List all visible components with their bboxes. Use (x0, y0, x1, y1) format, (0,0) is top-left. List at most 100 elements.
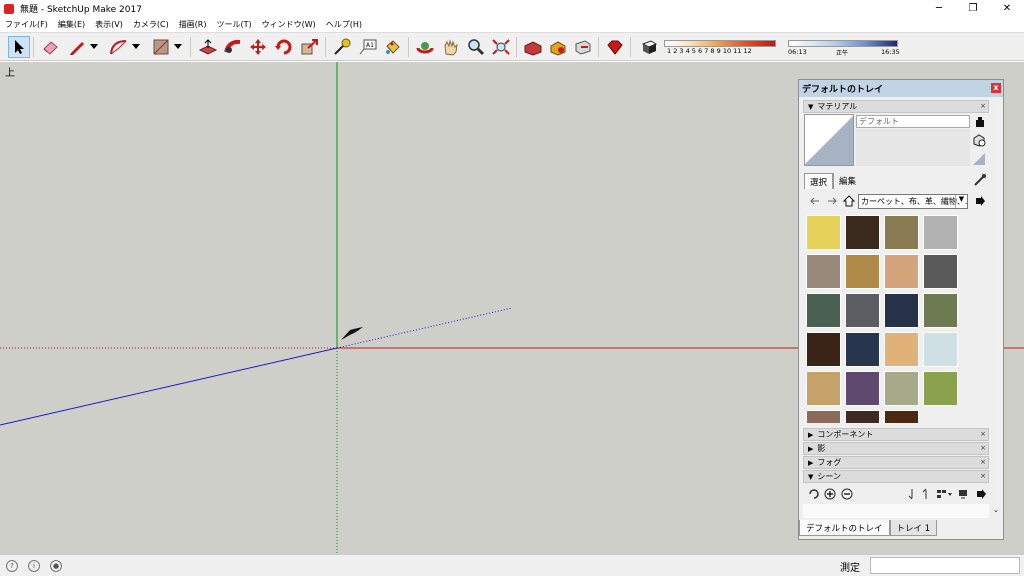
add-scene-icon[interactable] (824, 488, 836, 503)
scale-tool-button[interactable] (299, 36, 321, 58)
zoom-tool-button[interactable] (465, 36, 487, 58)
back-arrow-icon[interactable] (809, 195, 821, 210)
material-swatch[interactable] (806, 254, 841, 289)
materials-panel-header[interactable]: ▼ マテリアル × (803, 100, 989, 113)
tray-close-button[interactable]: x (991, 83, 1001, 93)
rotate-tool-button[interactable] (273, 36, 295, 58)
panel-close-icon[interactable]: × (980, 102, 986, 110)
rectangle-tool-button[interactable] (150, 36, 172, 58)
material-name-field[interactable]: デフォルト (856, 115, 970, 128)
tape-measure-tool-button[interactable] (331, 36, 353, 58)
menu-camera[interactable]: カメラ(C) (128, 19, 174, 30)
text-tool-button[interactable]: A1 (357, 36, 379, 58)
share-model-button[interactable] (572, 36, 594, 58)
maximize-button[interactable]: ❐ (956, 0, 990, 17)
credits-icon[interactable]: i (28, 560, 40, 572)
arc-tool-button[interactable] (108, 36, 130, 58)
panel-close-icon[interactable]: × (980, 430, 986, 438)
move-scene-down-icon[interactable] (908, 488, 916, 503)
scene-details-icon[interactable] (957, 488, 969, 503)
material-swatch[interactable] (806, 293, 841, 328)
panel-close-icon[interactable]: × (980, 444, 986, 452)
fog-panel-header[interactable]: ▶ フォグ × (803, 456, 989, 469)
move-tool-button[interactable] (247, 36, 269, 58)
material-swatch[interactable] (845, 293, 880, 328)
material-swatch[interactable] (845, 254, 880, 289)
create-material-icon[interactable] (972, 133, 986, 150)
tab-select[interactable]: 選択 (804, 173, 834, 189)
material-swatch[interactable] (884, 371, 919, 406)
orbit-tool-button[interactable] (414, 36, 436, 58)
default-material-icon[interactable] (974, 116, 986, 131)
rectangle-dropdown[interactable] (172, 36, 184, 58)
close-button[interactable]: ✕ (990, 0, 1024, 17)
panel-close-icon[interactable]: × (980, 458, 986, 466)
material-swatch[interactable] (884, 410, 919, 423)
tab-tray-1[interactable]: トレイ 1 (889, 520, 938, 536)
material-swatch[interactable] (806, 410, 841, 423)
zoom-extents-tool-button[interactable] (490, 36, 512, 58)
select-tool-button[interactable] (8, 36, 30, 58)
pencil-tool-button[interactable] (66, 36, 88, 58)
forward-arrow-icon[interactable] (826, 195, 838, 210)
minimize-button[interactable]: ─ (922, 0, 956, 17)
3d-warehouse-button[interactable] (522, 36, 544, 58)
material-swatch[interactable] (923, 254, 958, 289)
menu-tools[interactable]: ツール(T) (212, 19, 257, 30)
pan-tool-button[interactable] (440, 36, 462, 58)
sample-paint-icon[interactable] (972, 152, 986, 169)
scenes-list[interactable] (803, 504, 989, 518)
view-options-icon[interactable] (936, 488, 952, 503)
details-arrow-icon[interactable] (975, 488, 987, 503)
tab-edit[interactable]: 編集 (833, 173, 862, 189)
eyedropper-icon[interactable] (973, 173, 987, 190)
eraser-tool-button[interactable] (39, 36, 61, 58)
panel-close-icon[interactable]: × (980, 472, 986, 480)
user-account-icon[interactable]: ● (50, 560, 62, 572)
material-swatch[interactable] (884, 293, 919, 328)
pencil-dropdown[interactable] (88, 36, 100, 58)
scroll-down-icon[interactable]: ⌄ (993, 506, 999, 514)
move-scene-up-icon[interactable] (922, 488, 930, 503)
arc-dropdown[interactable] (130, 36, 142, 58)
material-swatch[interactable] (845, 215, 880, 250)
swatch-scrollbar[interactable] (979, 215, 989, 423)
share-component-button[interactable] (547, 36, 569, 58)
measurements-input[interactable] (870, 557, 1020, 574)
tab-default-tray[interactable]: デフォルトのトレイ (799, 520, 890, 536)
geo-location-icon[interactable]: ? (6, 560, 18, 572)
menu-edit[interactable]: 編集(E) (53, 19, 90, 30)
components-panel-header[interactable]: ▶ コンポーネント × (803, 428, 989, 441)
material-library-select[interactable]: カーペット、布、革、繊物、... ▼ (858, 194, 968, 209)
material-swatch[interactable] (806, 215, 841, 250)
remove-scene-icon[interactable] (841, 488, 853, 503)
material-swatch[interactable] (806, 371, 841, 406)
material-swatch[interactable] (884, 215, 919, 250)
material-swatch[interactable] (884, 332, 919, 367)
menu-view[interactable]: 表示(V) (90, 19, 128, 30)
material-swatch[interactable] (806, 332, 841, 367)
shadow-date-slider[interactable] (664, 40, 776, 47)
menu-file[interactable]: ファイル(F) (0, 19, 53, 30)
paint-bucket-tool-button[interactable] (382, 36, 404, 58)
material-swatch[interactable] (845, 410, 880, 423)
home-icon[interactable] (842, 194, 856, 211)
shadow-time-slider[interactable] (788, 40, 898, 47)
material-swatch[interactable] (884, 254, 919, 289)
menu-draw[interactable]: 描画(R) (174, 19, 212, 30)
material-swatch[interactable] (845, 332, 880, 367)
material-swatch[interactable] (923, 293, 958, 328)
menu-help[interactable]: ヘルプ(H) (321, 19, 367, 30)
material-swatch[interactable] (923, 215, 958, 250)
material-swatch[interactable] (845, 371, 880, 406)
shadows-toggle-button[interactable] (638, 36, 660, 58)
material-swatch[interactable] (923, 332, 958, 367)
refresh-scene-icon[interactable] (808, 488, 820, 503)
extension-warehouse-button[interactable] (604, 36, 626, 58)
details-arrow-icon[interactable] (974, 195, 986, 210)
menu-window[interactable]: ウィンドウ(W) (257, 19, 321, 30)
tray-scrollbar[interactable] (993, 100, 1003, 515)
follow-me-tool-button[interactable] (222, 36, 244, 58)
material-swatch[interactable] (923, 371, 958, 406)
push-pull-tool-button[interactable] (197, 36, 219, 58)
